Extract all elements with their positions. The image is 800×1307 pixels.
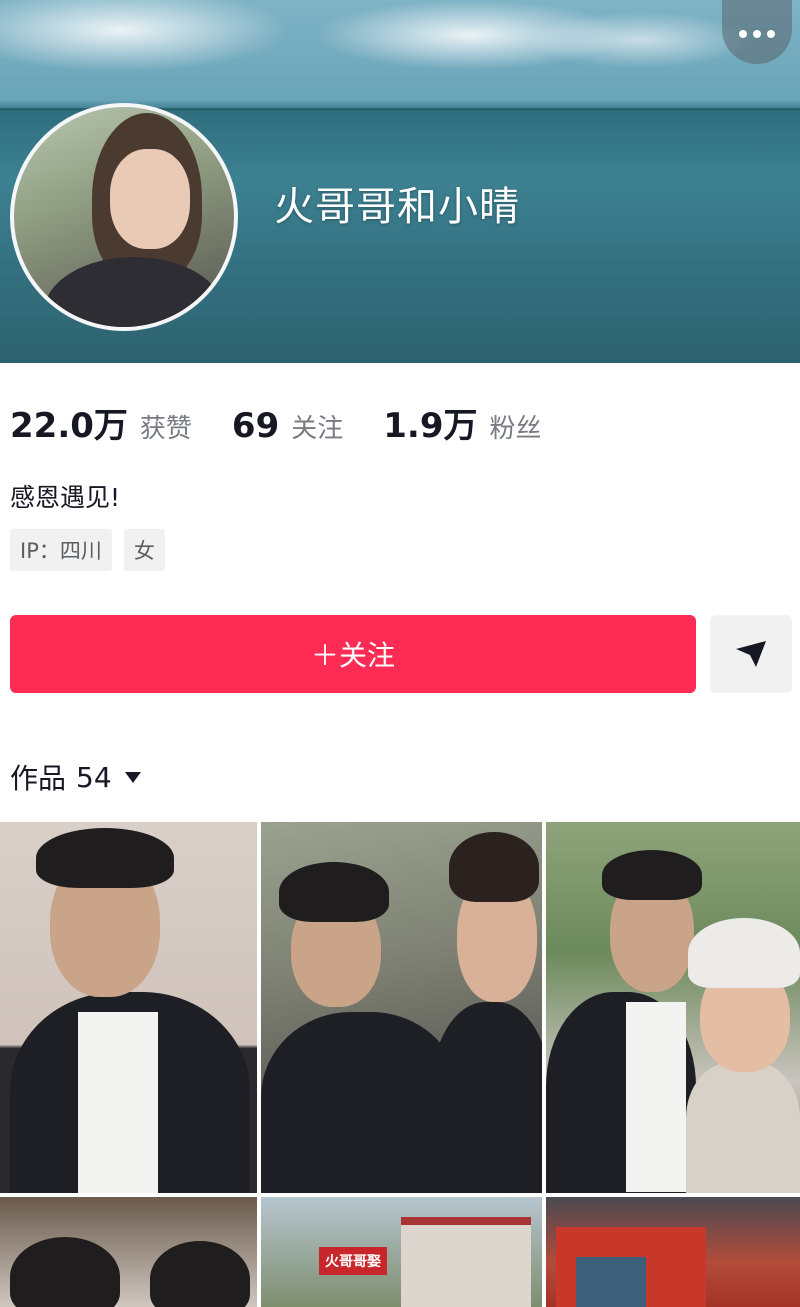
more-dot-icon xyxy=(739,30,747,38)
video-thumbnail[interactable] xyxy=(546,822,800,1193)
thumb-shirt xyxy=(626,1002,686,1192)
thumb-scarf xyxy=(686,1062,800,1193)
video-thumbnail[interactable]: 火哥哥娶 xyxy=(261,1197,542,1307)
thumb-person-hair xyxy=(449,832,539,902)
stat-label: 粉丝 xyxy=(489,414,542,444)
thumb-person-hair xyxy=(10,1237,120,1307)
more-dot-icon xyxy=(753,30,761,38)
thumb-window xyxy=(576,1257,646,1307)
follow-button[interactable]: ＋关注 xyxy=(10,615,696,693)
works-tab[interactable]: 作品 54 xyxy=(10,757,142,797)
stat-value: 22.0万 xyxy=(10,406,128,446)
video-thumbnail[interactable] xyxy=(0,1197,257,1307)
thumb-beanie xyxy=(688,918,800,988)
stat-value: 69 xyxy=(231,406,280,446)
caret-down-icon xyxy=(124,772,141,783)
avatar-face xyxy=(110,149,190,249)
profile-stats: 22.0万 获赞 69 关注 1.9万 粉丝 xyxy=(10,398,582,447)
video-thumbnail[interactable] xyxy=(546,1197,800,1307)
stat-label: 关注 xyxy=(291,414,344,444)
stat-value: 1.9万 xyxy=(383,406,478,446)
avatar-body xyxy=(44,257,224,327)
profile-tags: IP：四川 女 xyxy=(10,529,165,571)
ip-location-tag: IP：四川 xyxy=(10,529,112,571)
more-dot-icon xyxy=(767,30,775,38)
avatar[interactable] xyxy=(10,103,238,331)
thumb-person-hair xyxy=(602,850,702,900)
video-thumbnail[interactable] xyxy=(261,822,542,1193)
thumb-person-body xyxy=(431,1002,542,1193)
profile-bio: 感恩遇见! xyxy=(10,483,121,512)
works-title: 作品 xyxy=(10,762,67,795)
gender-tag: 女 xyxy=(123,529,165,571)
thumb-person-hair xyxy=(36,828,174,888)
thumb-shirt xyxy=(78,1012,158,1193)
profile-nickname: 火哥哥和小晴 xyxy=(274,184,520,230)
works-count: 54 xyxy=(76,760,112,794)
thumb-person-hair xyxy=(279,862,389,922)
video-thumbnail[interactable] xyxy=(0,822,257,1193)
stat-following[interactable]: 69 关注 xyxy=(232,406,343,446)
video-grid: 火哥哥娶 xyxy=(0,822,800,1307)
share-button[interactable] xyxy=(710,615,792,693)
send-icon xyxy=(736,641,766,667)
thumb-person-hair xyxy=(150,1241,250,1307)
stat-likes[interactable]: 22.0万 获赞 xyxy=(10,398,192,447)
stat-label: 获赞 xyxy=(139,414,192,444)
thumb-sign: 火哥哥娶 xyxy=(319,1247,387,1275)
thumb-building xyxy=(401,1217,531,1307)
stat-followers[interactable]: 1.9万 粉丝 xyxy=(383,398,541,447)
